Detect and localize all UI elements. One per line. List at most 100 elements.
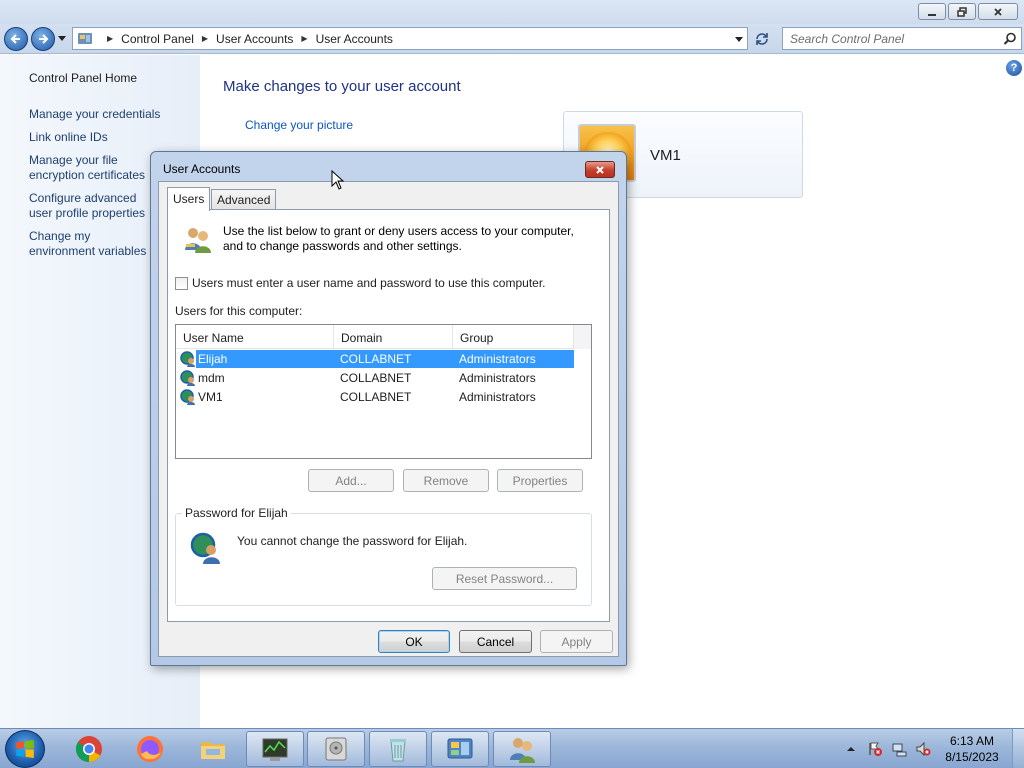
taskbar-task-manager[interactable] [246,731,304,767]
domain-user-icon [190,532,220,564]
list-row-elijah[interactable]: Elijah COLLABNET Administrators [180,350,574,368]
breadcrumb-user-accounts[interactable]: User Accounts [216,32,293,46]
dialog-body: Users Advanced Use the list below to gra… [158,181,619,657]
list-header: User Name Domain Group [176,325,574,349]
list-row-mdm[interactable]: mdm COLLABNET Administrators [180,369,574,387]
taskbar-disk[interactable] [307,731,365,767]
window-title-bar [0,0,1024,24]
password-message: You cannot change the password for Elija… [237,534,468,548]
network-icon[interactable] [891,741,907,757]
nav-advanced-profile-properties[interactable]: Configure advanced user profile properti… [29,191,157,221]
page-title: Make changes to your user account [223,78,461,95]
cell-group: Administrators [459,390,536,404]
apply-button[interactable]: Apply [540,630,613,653]
recycle-bin-icon [390,739,406,762]
change-picture-link[interactable]: Change your picture [245,118,353,132]
require-login-label[interactable]: Users must enter a user name and passwor… [192,276,546,290]
nav-environment-variables[interactable]: Change my environment variables [29,229,153,259]
tab-advanced[interactable]: Advanced [211,189,277,210]
nav-control-panel-home[interactable]: Control Panel Home [29,71,199,86]
users-icon [185,228,211,253]
users-list[interactable]: User Name Domain Group Elijah COLLABNET … [175,324,592,459]
taskbar-chrome[interactable] [60,731,118,767]
ok-button[interactable]: OK [378,630,450,653]
firefox-icon [137,736,163,762]
cell-group: Administrators [459,352,536,366]
domain-user-icon [180,370,195,386]
window-close-button[interactable] [978,3,1018,20]
password-group-label: Password for Elijah [182,506,291,520]
nav-link-online-ids[interactable]: Link online IDs [29,130,199,145]
show-hidden-icons-icon[interactable] [843,741,859,757]
help-icon[interactable]: ? [1006,60,1022,76]
properties-button[interactable]: Properties [497,469,583,492]
column-group[interactable]: Group [453,325,574,348]
action-center-icon[interactable] [867,741,883,757]
cell-user-name: Elijah [198,352,228,366]
control-panel-icon [447,738,473,759]
column-domain[interactable]: Domain [334,325,453,348]
search-box[interactable]: Search Control Panel [782,27,1022,50]
taskbar-control-panel[interactable] [431,731,489,767]
recent-pages-dropdown[interactable] [58,36,66,41]
breadcrumb-user-accounts-current[interactable]: User Accounts [316,32,393,46]
arrow-left-icon [10,34,20,44]
user-accounts-icon [510,738,535,763]
dialog-title: User Accounts [163,162,241,176]
chrome-icon [75,736,102,763]
taskbar-firefox[interactable] [121,731,179,767]
cell-group: Administrators [459,371,536,385]
taskbar: 6:13 AM 8/15/2023 [0,728,1024,768]
users-list-label: Users for this computer: [175,304,303,318]
list-header-spacer [573,325,591,349]
refresh-button[interactable] [751,28,773,50]
address-bar[interactable]: ▶ Control Panel ▶ User Accounts ▶ User A… [72,27,748,50]
nav-file-encryption-certificates[interactable]: Manage your file encryption certificates [29,153,153,183]
taskbar-file-explorer[interactable] [184,731,242,767]
dialog-close-button[interactable] [585,161,615,178]
tab-users[interactable]: Users [167,187,211,211]
cell-domain: COLLABNET [340,352,412,366]
volume-muted-icon[interactable] [915,741,931,757]
taskbar-user-accounts[interactable] [493,731,551,767]
breadcrumb-control-panel[interactable]: Control Panel [121,32,194,46]
list-row-vm1[interactable]: VM1 COLLABNET Administrators [180,388,574,406]
restore-icon [957,6,967,17]
search-input[interactable]: Search Control Panel [790,32,1003,46]
arrow-right-icon [39,34,49,44]
info-text: Use the list below to grant or deny user… [223,224,574,253]
breadcrumb-arrow-icon[interactable]: ▶ [202,34,208,43]
breadcrumb-arrow-icon: ▶ [107,34,114,43]
cancel-button[interactable]: Cancel [459,630,532,653]
column-user-name[interactable]: User Name [176,325,334,348]
close-icon [994,7,1002,16]
restore-button[interactable] [948,3,976,20]
system-tray [843,741,931,757]
minimize-icon [928,13,936,16]
user-card-name: VM1 [650,147,681,164]
breadcrumb-arrow-icon[interactable]: ▶ [301,34,307,43]
users-tab-panel: Use the list below to grant or deny user… [167,209,610,622]
reset-password-button[interactable]: Reset Password... [432,567,577,590]
forward-button[interactable] [31,27,55,51]
mouse-cursor-icon [331,170,345,190]
cell-user-name: VM1 [198,390,223,404]
show-desktop-button[interactable] [1012,729,1024,768]
minimize-button[interactable] [918,3,946,20]
taskbar-recycle-bin[interactable] [369,731,427,767]
remove-user-button[interactable]: Remove [403,469,489,492]
nav-manage-credentials[interactable]: Manage your credentials [29,107,199,122]
file-explorer-icon [201,742,225,759]
add-user-button[interactable]: Add... [308,469,394,492]
cell-domain: COLLABNET [340,371,412,385]
search-icon[interactable] [1003,32,1017,46]
back-button[interactable] [4,27,28,51]
user-accounts-dialog: User Accounts Users Advanced Use the lis… [150,151,627,666]
checkbox-box[interactable] [175,276,188,290]
require-login-checkbox[interactable]: Users must enter a user name and passwor… [175,276,546,290]
address-dropdown-button[interactable] [735,37,743,42]
start-button[interactable] [5,730,45,768]
cell-domain: COLLABNET [340,390,412,404]
refresh-icon [756,33,768,45]
system-clock[interactable]: 6:13 AM 8/15/2023 [942,733,1002,765]
